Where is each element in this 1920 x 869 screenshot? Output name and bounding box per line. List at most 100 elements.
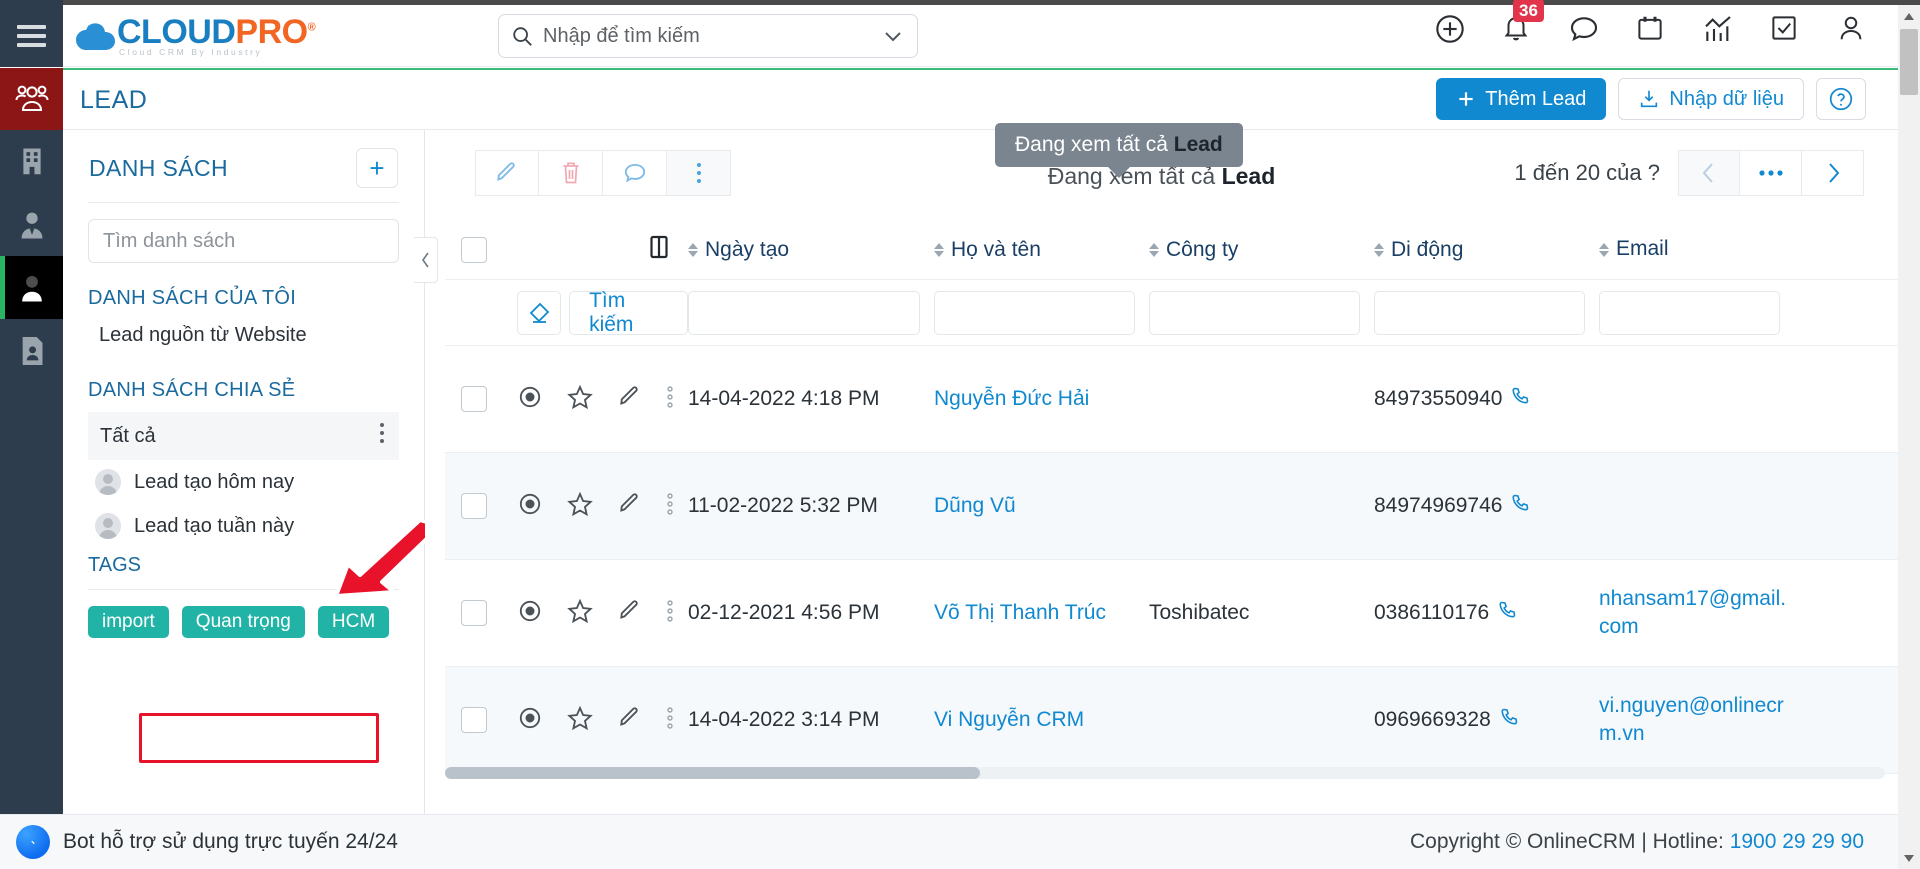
rail-item-contact[interactable] [0,193,63,256]
horizontal-scrollbar[interactable] [445,767,1885,779]
row-checkbox[interactable] [461,386,487,412]
sort-icon[interactable] [1374,242,1384,257]
scroll-up-arrow[interactable] [1898,5,1920,27]
select-all-checkbox[interactable] [461,236,487,263]
favorite-star-icon[interactable] [567,491,593,522]
table-row[interactable]: 02-12-2021 4:56 PM Võ Thị Thanh Trúc Tos… [445,560,1898,667]
sort-icon[interactable] [688,242,698,257]
phone-icon[interactable] [1510,386,1530,412]
filter-input-email[interactable] [1599,290,1780,335]
vertical-scrollbar-thumb[interactable] [1900,29,1918,95]
menu-toggle-button[interactable] [0,4,63,67]
column-header-date[interactable]: Ngày tạo [688,238,934,262]
checkbox-icon[interactable] [1769,13,1801,45]
more-vertical-icon[interactable] [667,385,673,413]
row-checkbox[interactable] [461,493,487,519]
search-input[interactable] [543,24,881,48]
rail-item-leads[interactable] [0,256,63,319]
column-header-email[interactable]: Email [1599,235,1794,263]
row-checkbox[interactable] [461,600,487,626]
rail-item-documents[interactable] [0,319,63,382]
more-vertical-icon[interactable] [379,422,385,450]
scroll-down-arrow[interactable] [1898,847,1920,869]
module-leads-icon-button[interactable] [0,68,63,130]
list-search-box[interactable] [88,219,399,263]
pagination-prev-button[interactable] [1678,150,1740,196]
user-icon[interactable] [1836,13,1868,45]
more-vertical-icon[interactable] [667,492,673,520]
tag-hcm[interactable]: HCM [317,606,390,638]
filter-input-name[interactable] [934,290,1135,335]
calendar-icon[interactable] [1635,13,1667,45]
filter-input-date[interactable] [688,290,920,335]
row-email[interactable]: nhansam17@gmail.com [1599,585,1794,642]
column-header-mobile-label: Di động [1391,237,1464,261]
view-icon[interactable] [517,384,543,415]
eraser-icon[interactable] [517,290,562,335]
import-data-button[interactable]: Nhập dữ liệu [1618,78,1804,120]
column-header-mobile[interactable]: Di động [1374,238,1599,262]
sort-icon[interactable] [1149,242,1159,257]
row-checkbox[interactable] [461,707,487,733]
horizontal-scrollbar-thumb[interactable] [445,767,980,779]
sort-icon[interactable] [1599,242,1609,257]
list-item-website-lead[interactable]: Lead nguồn từ Website [63,316,424,355]
pagination-next-button[interactable] [1802,150,1864,196]
row-name[interactable]: Vi Nguyễn CRM [934,708,1149,732]
phone-icon[interactable] [1499,707,1519,733]
row-email[interactable]: vi.nguyen@onlinecrm.vn [1599,692,1794,749]
phone-icon[interactable] [1510,493,1530,519]
column-chooser-icon[interactable] [647,234,671,265]
filter-input-mobile[interactable] [1374,290,1585,335]
table-row[interactable]: 11-02-2022 5:32 PM Dũng Vũ 84974969746 [445,453,1898,560]
panel-collapse-button[interactable] [414,237,438,283]
favorite-star-icon[interactable] [567,705,593,736]
vertical-scrollbar[interactable] [1898,5,1920,869]
edit-icon[interactable] [617,491,643,522]
favorite-star-icon[interactable] [567,384,593,415]
analytics-icon[interactable] [1702,13,1734,45]
view-icon[interactable] [517,705,543,736]
column-header-name[interactable]: Họ và tên [934,238,1149,262]
table-row[interactable]: 14-04-2022 3:14 PM Vi Nguyễn CRM 0969669… [445,667,1898,774]
messenger-icon [16,825,50,859]
phone-icon[interactable] [1497,600,1517,626]
rail-item-company[interactable] [0,130,63,193]
list-search-input[interactable] [103,229,384,253]
view-icon[interactable] [517,491,543,522]
edit-icon[interactable] [617,705,643,736]
favorite-star-icon[interactable] [567,598,593,629]
tag-quan-trong[interactable]: Quan trọng [181,606,305,638]
sort-icon[interactable] [934,242,944,257]
row-name[interactable]: Dũng Vũ [934,494,1149,518]
chevron-down-icon[interactable] [881,24,905,48]
row-name[interactable]: Nguyễn Đức Hải [934,387,1149,411]
pagination-more-button[interactable] [1740,150,1802,196]
filter-search-button[interactable]: Tìm kiếm [569,289,688,336]
tag-import[interactable]: import [88,606,169,638]
table-row[interactable]: 14-04-2022 4:18 PM Nguyễn Đức Hải 849735… [445,346,1898,453]
more-vertical-icon[interactable] [667,706,673,734]
edit-icon[interactable] [617,384,643,415]
shared-list-item-today[interactable]: Lead tạo hôm nay [63,460,424,504]
help-button[interactable] [1816,78,1866,120]
row-name[interactable]: Võ Thị Thanh Trúc [934,601,1149,625]
bell-icon[interactable]: 36 [1501,0,1544,45]
hotline-link[interactable]: 1900 29 29 90 [1730,830,1864,853]
filter-input-company[interactable] [1149,290,1360,335]
add-list-button[interactable]: + [356,148,398,188]
support-bot-link[interactable]: Bot hỗ trợ sử dụng trực tuyến 24/24 [16,825,398,859]
add-lead-button[interactable]: Thêm Lead [1436,78,1607,120]
edit-icon[interactable] [617,598,643,629]
logo[interactable]: CLOUDPRO® Cloud CRM By Industry [76,15,316,57]
view-icon[interactable] [517,598,543,629]
shared-list-item-this-week[interactable]: Lead tạo tuần này [63,504,424,548]
column-header-company[interactable]: Công ty [1149,238,1374,262]
shared-list-all[interactable]: Tất cả [88,412,399,460]
logo-text: CLOUDPRO® Cloud CRM By Industry [117,15,316,57]
my-lists-heading: DANH SÁCH CỦA TÔI [88,287,297,309]
global-search[interactable] [498,14,918,58]
more-vertical-icon[interactable] [667,599,673,627]
add-circle-icon[interactable] [1434,13,1466,45]
chat-icon[interactable] [1568,13,1600,45]
